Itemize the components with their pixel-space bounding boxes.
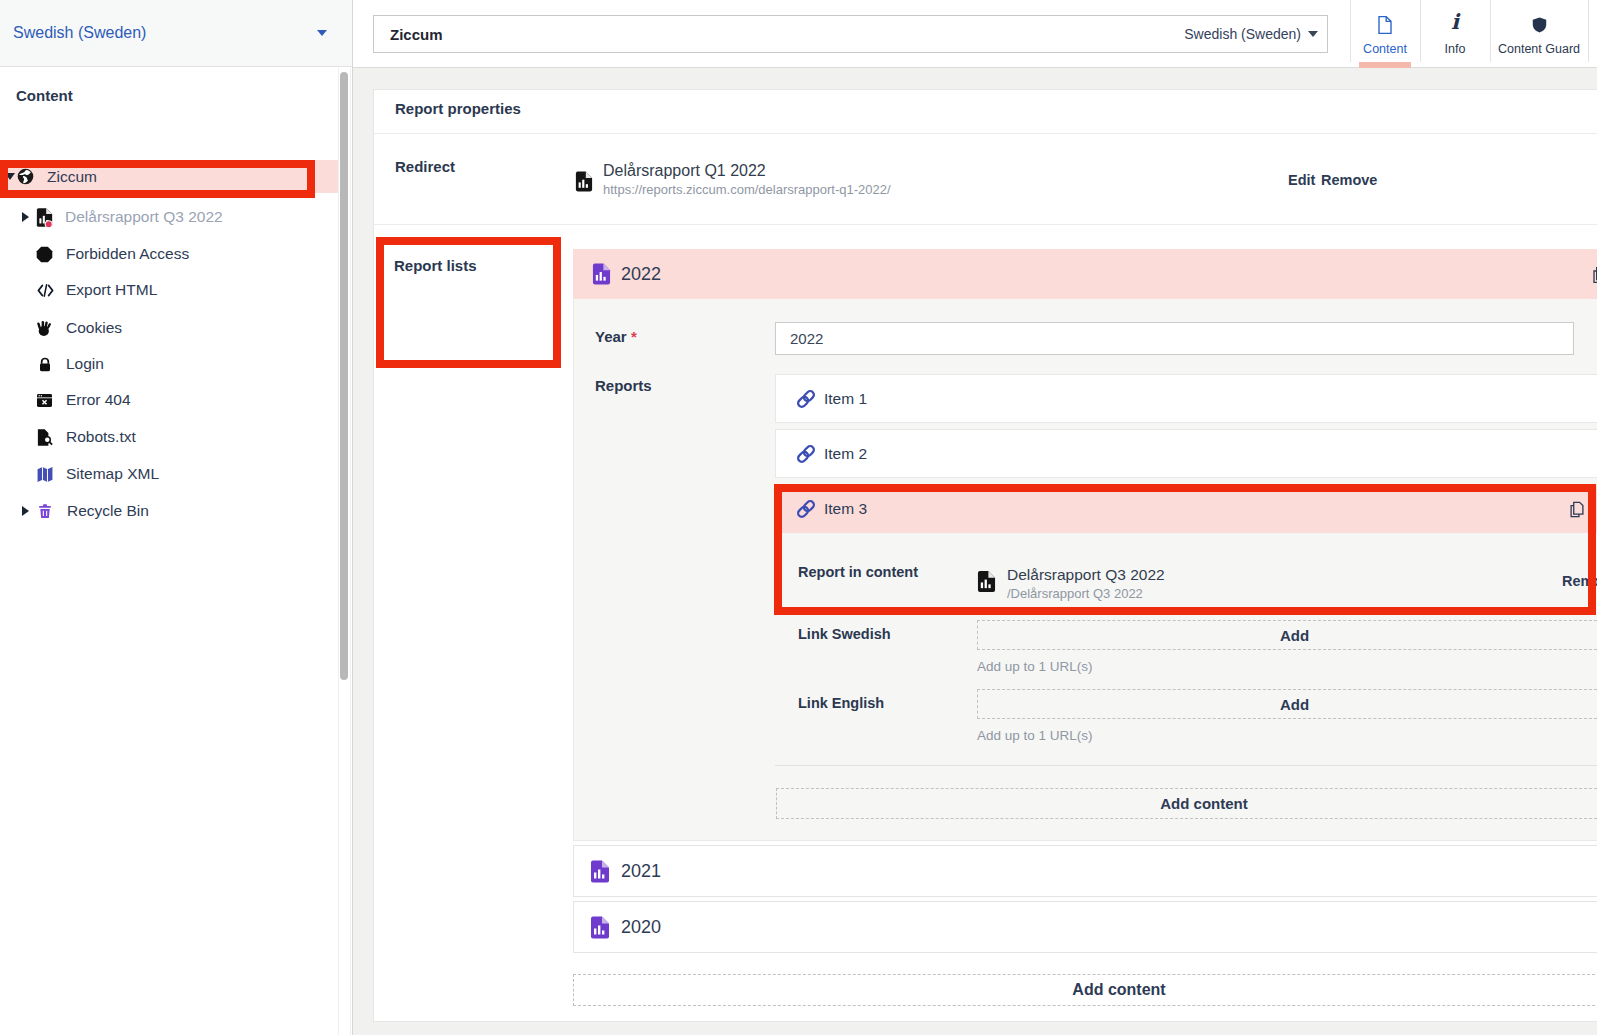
annotation-box-ziccum bbox=[0, 160, 315, 198]
annotation-box-item-3 bbox=[774, 484, 1596, 615]
report-item-1[interactable]: Item 1 bbox=[775, 374, 1597, 423]
chevron-down-icon bbox=[1308, 31, 1318, 37]
sidebar-item-cookies[interactable]: Cookies bbox=[0, 311, 338, 345]
sidebar-panel-title: Content bbox=[16, 87, 73, 104]
url-helper-text: Add up to 1 URL(s) bbox=[977, 659, 1093, 674]
report-list-header-2022[interactable]: 2022 bbox=[573, 249, 1597, 299]
expand-caret-icon[interactable] bbox=[22, 212, 29, 222]
redirect-label: Redirect bbox=[395, 158, 455, 175]
stop-icon bbox=[36, 246, 53, 263]
trash-icon bbox=[37, 502, 53, 520]
tree-item-label: Login bbox=[66, 355, 104, 373]
sidebar-item-forbidden-access[interactable]: Forbidden Access bbox=[0, 237, 338, 271]
reports-label: Reports bbox=[595, 377, 652, 394]
tab-separator bbox=[1588, 0, 1589, 62]
lock-icon bbox=[37, 356, 53, 373]
tree-item-label: Cookies bbox=[66, 319, 122, 337]
tab-info[interactable]: i Info bbox=[1420, 0, 1490, 62]
sidebar-item-robots-txt[interactable]: Robots.txt bbox=[0, 420, 338, 454]
redirect-url: https://reports.ziccum.com/delarsrapport… bbox=[603, 182, 891, 197]
report-list-section-2020[interactable]: 2020 bbox=[573, 901, 1597, 953]
sidebar-item-sitemap-xml[interactable]: Sitemap XML bbox=[0, 457, 338, 491]
tree-item-label: Forbidden Access bbox=[66, 245, 189, 263]
tab-label: Info bbox=[1445, 42, 1466, 56]
tree-item-label: Robots.txt bbox=[66, 428, 136, 446]
info-icon: i bbox=[1451, 11, 1459, 32]
tree-item-label: Sitemap XML bbox=[66, 465, 159, 483]
report-item-2[interactable]: Item 2 bbox=[775, 429, 1597, 478]
language-dropdown-value[interactable]: Swedish (Sweden) bbox=[1184, 26, 1301, 42]
tab-label: Content bbox=[1363, 42, 1407, 56]
window-error-icon bbox=[36, 393, 53, 408]
report-item-label: Item 1 bbox=[824, 390, 867, 408]
chevron-down-icon bbox=[317, 30, 327, 36]
sidebar-item-login[interactable]: Login bbox=[0, 347, 338, 381]
expand-caret-icon[interactable] bbox=[22, 506, 29, 516]
annotation-box-report-lists bbox=[376, 237, 561, 368]
panel-title: Report properties bbox=[395, 100, 521, 117]
report-icon bbox=[592, 262, 611, 286]
redirect-title: Delårsrapport Q1 2022 bbox=[603, 162, 766, 180]
tab-label: Content Guard bbox=[1498, 42, 1580, 56]
code-icon bbox=[36, 282, 55, 299]
tab-content-guard[interactable]: Content Guard bbox=[1490, 0, 1588, 62]
divider bbox=[373, 224, 1597, 225]
tree-item-label: Export HTML bbox=[66, 281, 157, 299]
sidebar-item-error-404[interactable]: Error 404 bbox=[0, 383, 338, 417]
map-icon bbox=[36, 466, 54, 483]
shield-icon bbox=[1531, 15, 1548, 35]
link-english-label: Link English bbox=[798, 695, 884, 711]
tree-item-label: Delårsrapport Q3 2022 bbox=[65, 208, 223, 226]
section-year-label: 2020 bbox=[621, 917, 661, 938]
add-url-button-swedish[interactable]: Add bbox=[977, 620, 1597, 650]
link-icon bbox=[795, 388, 817, 410]
tree-item-label: Recycle Bin bbox=[67, 502, 149, 520]
add-url-button-english[interactable]: Add bbox=[977, 689, 1597, 719]
sidebar-language-selector[interactable]: Swedish (Sweden) bbox=[13, 24, 146, 42]
add-content-button-outer[interactable]: Add content bbox=[573, 974, 1597, 1006]
report-blocked-icon bbox=[36, 207, 53, 228]
sidebar-item-recycle-bin[interactable]: Recycle Bin bbox=[0, 494, 338, 528]
add-content-button-inner[interactable]: Add content bbox=[776, 788, 1597, 819]
report-item-label: Item 2 bbox=[824, 445, 867, 463]
divider bbox=[373, 133, 1597, 134]
sidebar-language-bar[interactable]: Swedish (Sweden) bbox=[0, 0, 352, 67]
detail-bottom-border bbox=[775, 765, 1597, 766]
app: Swedish (Sweden) Content Ziccum Delårsra… bbox=[0, 0, 1597, 1035]
year-label: Year * bbox=[595, 328, 637, 345]
document-icon bbox=[1377, 15, 1393, 35]
year-input[interactable]: 2022 bbox=[775, 322, 1574, 355]
report-icon bbox=[590, 859, 610, 884]
section-year-label: 2021 bbox=[621, 861, 661, 882]
content-name-value: Ziccum bbox=[390, 26, 443, 43]
doc-search-icon bbox=[36, 428, 54, 447]
link-swedish-label: Link Swedish bbox=[798, 626, 891, 642]
section-year-label: 2022 bbox=[621, 264, 661, 285]
tab-content[interactable]: Content bbox=[1350, 0, 1420, 62]
hand-icon bbox=[36, 320, 53, 337]
sidebar-scrollbar[interactable] bbox=[340, 72, 348, 680]
content-name-input[interactable]: Ziccum Swedish (Sweden) bbox=[373, 15, 1328, 53]
report-icon bbox=[590, 915, 610, 940]
copy-icon[interactable] bbox=[1592, 266, 1597, 284]
link-icon bbox=[795, 443, 817, 465]
sidebar-item-delarsrapport[interactable]: Delårsrapport Q3 2022 bbox=[0, 200, 338, 234]
report-list-section-2021[interactable]: 2021 bbox=[573, 845, 1597, 897]
edit-button[interactable]: Edit bbox=[1288, 172, 1315, 188]
tree-item-label: Error 404 bbox=[66, 391, 131, 409]
report-document-icon bbox=[575, 170, 593, 193]
url-helper-text: Add up to 1 URL(s) bbox=[977, 728, 1093, 743]
year-value: 2022 bbox=[790, 330, 823, 347]
remove-button[interactable]: Remove bbox=[1321, 172, 1377, 188]
required-asterisk: * bbox=[631, 328, 637, 345]
sidebar-item-export-html[interactable]: Export HTML bbox=[0, 273, 338, 307]
